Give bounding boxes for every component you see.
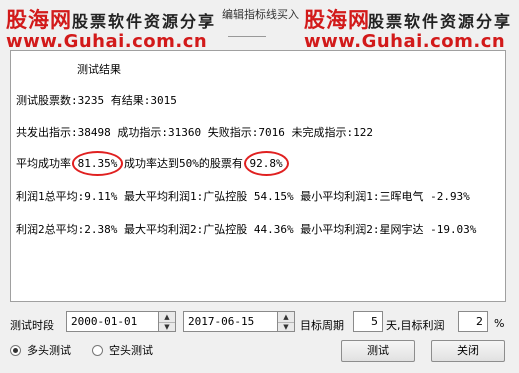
watermark-slogan: 股票软件资源分享 (72, 12, 217, 31)
target-profit-label: 天,目标利润 (386, 319, 445, 332)
results-header: 测试结果 (77, 63, 121, 76)
success-rate-line: 平均成功率 81.35% 成功率达到50%的股票有 92.8% (16, 151, 289, 176)
watermark-left: 股海网 股票软件资源分享 www.Guhai.com.cn (0, 0, 222, 52)
title-divider (228, 36, 266, 37)
watermark-logo: 股海网 (304, 8, 370, 32)
window-title: 编辑指标线买入 (222, 8, 299, 21)
start-date-spinner[interactable]: ▲ ▼ (159, 311, 176, 332)
percent-label: % (494, 317, 505, 330)
target-profit-input[interactable]: 2 (458, 311, 488, 332)
target-period-input[interactable]: 5 (353, 311, 383, 332)
period-label: 测试时段 (10, 319, 54, 332)
avg-success-rate-value: 81.35% (71, 151, 124, 176)
profit1-line: 利润1总平均:9.11% 最大平均利润1:广弘控股 54.15% 最小平均利润1… (16, 190, 470, 203)
end-date-input[interactable]: 2017-06-15 (183, 311, 278, 332)
test-results-panel[interactable]: 测试结果 测试股票数:3235 有结果:3015 共发出指示:38498 成功指… (10, 50, 506, 302)
radio-selected-icon[interactable] (10, 344, 21, 356)
spin-down-icon[interactable]: ▼ (159, 322, 175, 332)
signals-line: 共发出指示:38498 成功指示:31360 失败指示:7016 未完成指示:1… (16, 126, 373, 139)
short-test-radio[interactable]: 空头测试 (92, 342, 153, 358)
watermark-url: www.Guhai.com.cn (304, 31, 506, 52)
short-test-label: 空头测试 (109, 344, 153, 357)
radio-unselected-icon[interactable] (92, 344, 103, 356)
watermark-right: 股海网 股票软件资源分享 www.Guhai.com.cn (300, 0, 519, 52)
long-test-label: 多头测试 (27, 344, 71, 357)
watermark-url: www.Guhai.com.cn (6, 31, 208, 52)
avg-success-label: 平均成功率 (16, 157, 71, 170)
close-button[interactable]: 关闭 (431, 340, 505, 362)
pct-stocks-value: 92.8% (243, 151, 289, 176)
end-date-spinner[interactable]: ▲ ▼ (278, 311, 295, 332)
start-date-input[interactable]: 2000-01-01 (66, 311, 159, 332)
profit2-line: 利润2总平均:2.38% 最大平均利润2:广弘控股 44.36% 最小平均利润2… (16, 223, 477, 236)
stock-count-line: 测试股票数:3235 有结果:3015 (16, 94, 177, 107)
target-period-label: 目标周期 (300, 319, 344, 332)
pct-stocks-label: 成功率达到50%的股票有 (124, 157, 243, 170)
watermark-slogan: 股票软件资源分享 (368, 12, 513, 31)
long-test-radio[interactable]: 多头测试 (10, 342, 71, 358)
test-button[interactable]: 测试 (341, 340, 415, 362)
spin-down-icon[interactable]: ▼ (278, 322, 294, 332)
watermark-logo: 股海网 (6, 8, 72, 32)
